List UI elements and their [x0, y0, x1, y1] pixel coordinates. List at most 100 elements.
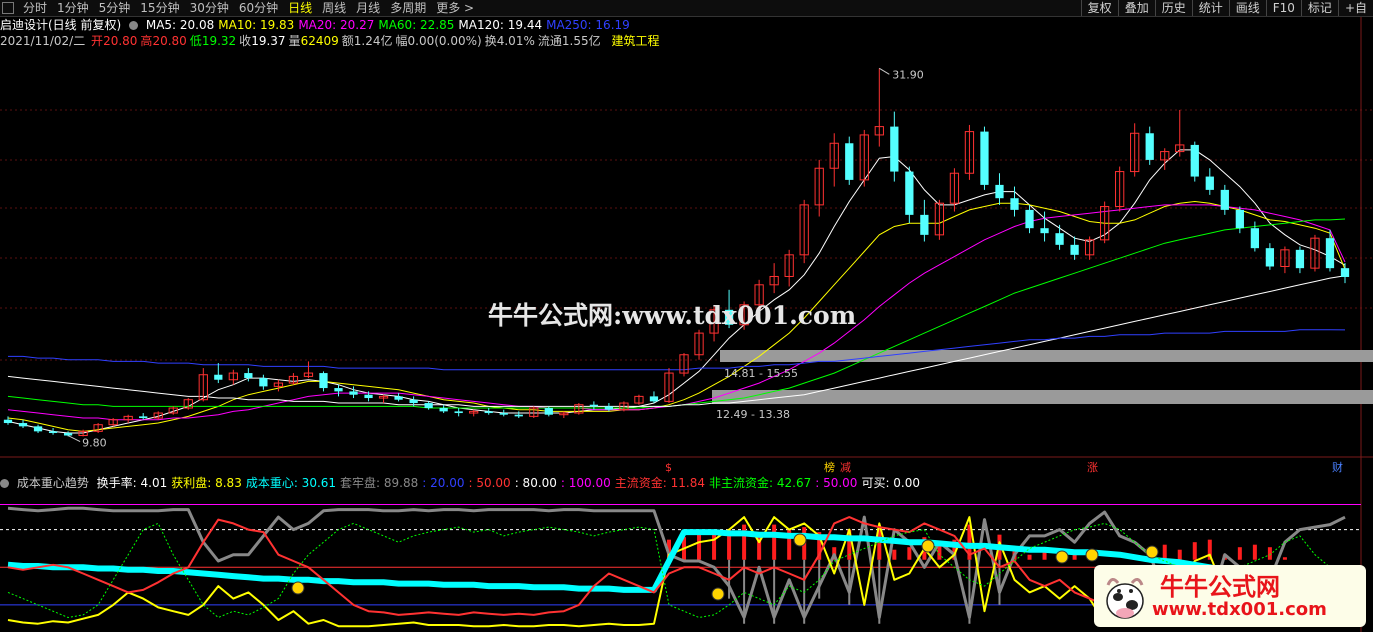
histogram-bar	[742, 524, 747, 560]
candle-body	[33, 426, 43, 432]
candle-body	[364, 394, 373, 399]
indicator-legend-item-2: 成本重心: 30.61	[245, 476, 337, 490]
histogram-bar	[907, 547, 912, 560]
candle-body	[319, 373, 328, 389]
histogram-bar	[1267, 547, 1272, 560]
indicator-legend-item-5: : 50.00	[468, 476, 511, 490]
event-label-4: 财	[1332, 460, 1343, 474]
indicator-legend-item-11: 可买: 0.00	[861, 476, 921, 490]
site-logo: 牛牛公式网 www.tdx001.com	[1094, 565, 1366, 627]
indicator-legend: 成本重心趋势 换手率: 4.01 获利盘: 8.83 成本重心: 30.61 套牢盘:…	[0, 475, 928, 491]
candle-body	[890, 126, 899, 172]
candle-body	[1190, 144, 1199, 177]
histogram-bar	[1252, 544, 1257, 560]
candle-body	[1295, 249, 1305, 269]
candle-body	[139, 416, 148, 419]
indicator-legend-item-9: 非主流资金: 42.67	[709, 476, 812, 490]
candle-body	[409, 399, 418, 404]
candle-body	[1205, 176, 1214, 190]
histogram-bar	[1162, 544, 1167, 560]
candle-body	[394, 396, 403, 400]
candle-body	[48, 431, 58, 434]
event-label-0: $	[665, 461, 672, 474]
candle-body	[259, 378, 268, 387]
candle-body	[1340, 268, 1350, 277]
candle-body	[439, 408, 448, 412]
candle-body	[18, 423, 28, 427]
chip-band-upper	[720, 350, 1373, 362]
histogram-bar	[1042, 552, 1047, 560]
candle-body	[1040, 228, 1049, 234]
smiley-marker-icon	[1085, 548, 1099, 562]
candle-body	[1325, 238, 1335, 269]
indicator-legend-item-6: : 80.00	[514, 476, 557, 490]
histogram-bar	[772, 524, 777, 560]
indicator-legend-item-10: : 50.00	[815, 476, 858, 490]
indicator-title: 成本重心趋势	[16, 476, 89, 490]
cow-icon	[1106, 578, 1144, 619]
candle-body	[980, 131, 989, 185]
candle-body	[424, 403, 433, 409]
candle-body	[1235, 209, 1244, 229]
indicator-legend-item-4: : 20.00	[422, 476, 465, 490]
candle-body	[589, 404, 599, 407]
indicator-legend-items: 换手率: 4.01 获利盘: 8.83 成本重心: 30.61 套牢盘: 89.88:…	[97, 476, 924, 490]
indicator-legend-item-8: 主流资金: 11.84	[614, 476, 705, 490]
histogram-bar	[697, 534, 702, 560]
indicator-legend-item-7: : 100.00	[560, 476, 611, 490]
candle-body	[649, 396, 659, 402]
candle-body	[1070, 244, 1079, 255]
indicator-legend-item-0: 换手率: 4.01	[96, 476, 168, 490]
indicator-legend-item-3: 套牢盘: 89.88	[340, 476, 419, 490]
smiley-marker-icon	[1145, 545, 1159, 559]
candle-body	[604, 406, 614, 410]
candle-body	[995, 184, 1004, 199]
watermark-text: 牛牛公式网:www.tdx001.com	[488, 301, 857, 330]
ma-line-MA250	[8, 329, 1346, 371]
candle-body	[454, 411, 463, 414]
candle-body	[920, 214, 929, 235]
candle-body	[905, 171, 914, 215]
candle-body	[1145, 133, 1154, 160]
high-marker	[879, 67, 890, 75]
smiley-marker-icon	[921, 539, 935, 553]
candle-body	[3, 419, 13, 424]
candle-body	[334, 388, 343, 392]
candle-body	[499, 413, 508, 415]
low-marker	[67, 435, 81, 442]
candle-body	[1250, 228, 1259, 249]
candle-body	[1220, 189, 1229, 210]
candle-body	[1265, 248, 1275, 267]
candle-body	[1010, 198, 1019, 210]
smiley-marker-icon	[1055, 550, 1069, 564]
candle-body	[544, 408, 553, 415]
logo-url: www.tdx001.com	[1152, 599, 1327, 620]
chip-range-lower: 12.49 - 13.38	[716, 408, 790, 421]
indicator-legend-item-1: 获利盘: 8.83	[171, 476, 242, 490]
histogram-bar	[1237, 547, 1242, 560]
event-label-2: 减	[840, 461, 851, 474]
event-label-3: 涨	[1087, 461, 1098, 474]
histogram-bar	[1177, 549, 1182, 560]
smiley-marker-icon	[711, 587, 725, 601]
indicator-circle-icon[interactable]	[0, 479, 9, 488]
candle-body	[514, 414, 523, 417]
high-label: 31.90	[892, 68, 924, 81]
histogram-bar	[1192, 542, 1197, 560]
candle-body	[244, 373, 253, 379]
logo-title: 牛牛公式网	[1160, 573, 1280, 601]
chip-band-lower	[712, 390, 1373, 404]
histogram-bar	[1027, 554, 1032, 560]
candle-body	[63, 433, 73, 436]
candle-body	[349, 391, 358, 395]
smiley-marker-icon	[793, 533, 807, 547]
candle-body	[214, 374, 223, 380]
histogram-bar	[1282, 557, 1287, 560]
smiley-marker-icon	[291, 581, 305, 595]
histogram-bar	[892, 549, 897, 560]
candle-body	[1025, 209, 1034, 229]
chip-range-upper: 14.81 - 15.55	[724, 367, 798, 380]
low-label: 9.80	[82, 437, 107, 450]
histogram-bar	[712, 533, 717, 560]
event-label-1: 榜	[824, 460, 835, 474]
